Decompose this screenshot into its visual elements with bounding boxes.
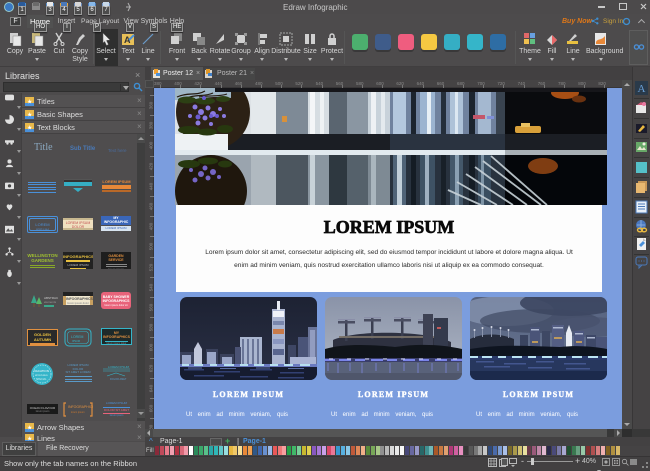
svg-text:elements: elements [44,300,57,304]
svg-text:lorem ipsum: lorem ipsum [71,411,85,414]
svg-text:IPSUM: IPSUM [72,340,80,343]
svg-text:★: ★ [27,125,32,132]
svg-text:★: ★ [27,425,32,432]
svg-text:A: A [638,83,646,95]
svg-text:★: ★ [27,99,32,106]
svg-text:DOLOR AMET: DOLOR AMET [110,378,127,381]
svg-text:INFOGRAPHICS: INFOGRAPHICS [68,405,93,409]
svg-text:★: ★ [27,112,32,119]
svg-text:all inclusive: all inclusive [35,374,48,377]
svg-text:SPECIAL: SPECIAL [36,378,47,381]
svg-text:VACATION: VACATION [34,369,49,373]
svg-text:LOREM: LOREM [71,335,84,339]
svg-text:LOREM IPSUM: LOREM IPSUM [108,365,130,369]
